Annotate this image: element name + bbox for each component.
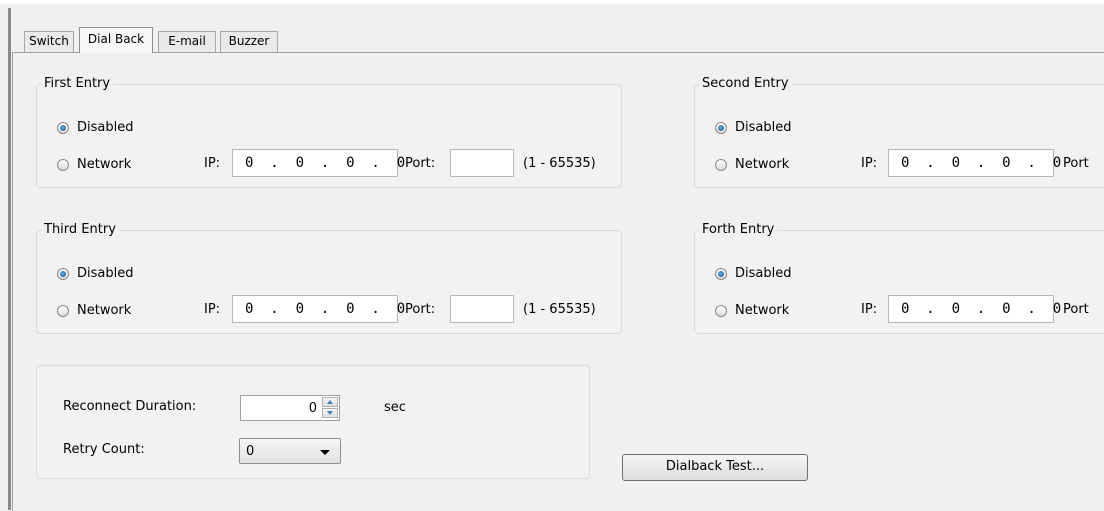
chevron-down-icon xyxy=(320,450,330,455)
spinner-down-button[interactable] xyxy=(322,408,338,418)
first-entry-port-input[interactable] xyxy=(450,149,514,177)
forth-entry-disabled-option[interactable]: Disabled xyxy=(715,266,791,281)
first-entry-port-range: (1 - 65535) xyxy=(523,156,596,171)
third-entry-title: Third Entry xyxy=(41,222,119,238)
window-left-border xyxy=(8,8,11,510)
first-entry-port-label: Port: xyxy=(405,156,436,171)
first-entry-ip-label: IP: xyxy=(204,156,221,171)
forth-entry-ip-input[interactable]: 0 . 0 . 0 . 0 xyxy=(888,295,1061,323)
second-entry-disabled-option[interactable]: Disabled xyxy=(715,120,791,135)
third-entry-network-option[interactable]: Network xyxy=(57,303,131,318)
network-radio[interactable] xyxy=(715,304,727,317)
first-entry-ip-input[interactable]: 0 . 0 . 0 . 0 xyxy=(232,149,405,177)
tab-email[interactable]: E-mail xyxy=(158,31,216,52)
arrow-up-icon xyxy=(327,400,333,404)
second-entry-port-label: Port xyxy=(1063,156,1089,171)
reconnect-duration-label: Reconnect Duration: xyxy=(63,399,197,414)
window-top-strip xyxy=(0,0,1104,4)
network-label: Network xyxy=(77,303,132,318)
arrow-down-icon xyxy=(327,411,333,415)
tab-dial-back[interactable]: Dial Back xyxy=(79,27,153,53)
disabled-radio[interactable] xyxy=(715,267,727,280)
network-radio[interactable] xyxy=(57,158,69,171)
disabled-radio[interactable] xyxy=(715,121,727,134)
forth-entry-port-label: Port xyxy=(1063,302,1089,317)
second-entry-ip-input[interactable]: 0 . 0 . 0 . 0 xyxy=(888,149,1061,177)
network-radio[interactable] xyxy=(57,304,69,317)
disabled-label: Disabled xyxy=(735,266,792,281)
retry-count-label: Retry Count: xyxy=(63,442,145,457)
disabled-radio[interactable] xyxy=(57,267,69,280)
third-entry-disabled-option[interactable]: Disabled xyxy=(57,266,133,281)
second-entry-network-option[interactable]: Network xyxy=(715,157,789,172)
first-entry-disabled-option[interactable]: Disabled xyxy=(57,120,133,135)
spinner-up-button[interactable] xyxy=(322,397,338,407)
reconnect-duration-value: 0 xyxy=(308,401,317,416)
forth-entry-title: Forth Entry xyxy=(699,222,778,238)
network-label: Network xyxy=(735,303,790,318)
network-radio[interactable] xyxy=(715,158,727,171)
third-entry-ip-label: IP: xyxy=(204,302,221,317)
tab-switch[interactable]: Switch xyxy=(24,31,74,52)
tab-buzzer[interactable]: Buzzer xyxy=(220,31,278,52)
disabled-label: Disabled xyxy=(77,120,134,135)
network-label: Network xyxy=(77,157,132,172)
reconnect-unit: sec xyxy=(384,400,406,415)
third-entry-port-range: (1 - 65535) xyxy=(523,302,596,317)
disabled-label: Disabled xyxy=(735,120,792,135)
network-label: Network xyxy=(735,157,790,172)
forth-entry-network-option[interactable]: Network xyxy=(715,303,789,318)
first-entry-title: First Entry xyxy=(41,76,114,92)
first-entry-network-option[interactable]: Network xyxy=(57,157,131,172)
third-entry-port-input[interactable] xyxy=(450,295,514,323)
reconnect-duration-spinner[interactable]: 0 xyxy=(240,395,340,421)
third-entry-ip-input[interactable]: 0 . 0 . 0 . 0 xyxy=(232,295,405,323)
second-entry-title: Second Entry xyxy=(699,76,792,92)
retry-count-select[interactable]: 0 xyxy=(239,438,341,464)
disabled-radio[interactable] xyxy=(57,121,69,134)
third-entry-port-label: Port: xyxy=(405,302,436,317)
second-entry-ip-label: IP: xyxy=(861,156,878,171)
disabled-label: Disabled xyxy=(77,266,134,281)
retry-count-value: 0 xyxy=(246,444,255,459)
dialback-test-button[interactable]: Dialback Test... xyxy=(622,454,808,481)
forth-entry-ip-label: IP: xyxy=(861,302,878,317)
